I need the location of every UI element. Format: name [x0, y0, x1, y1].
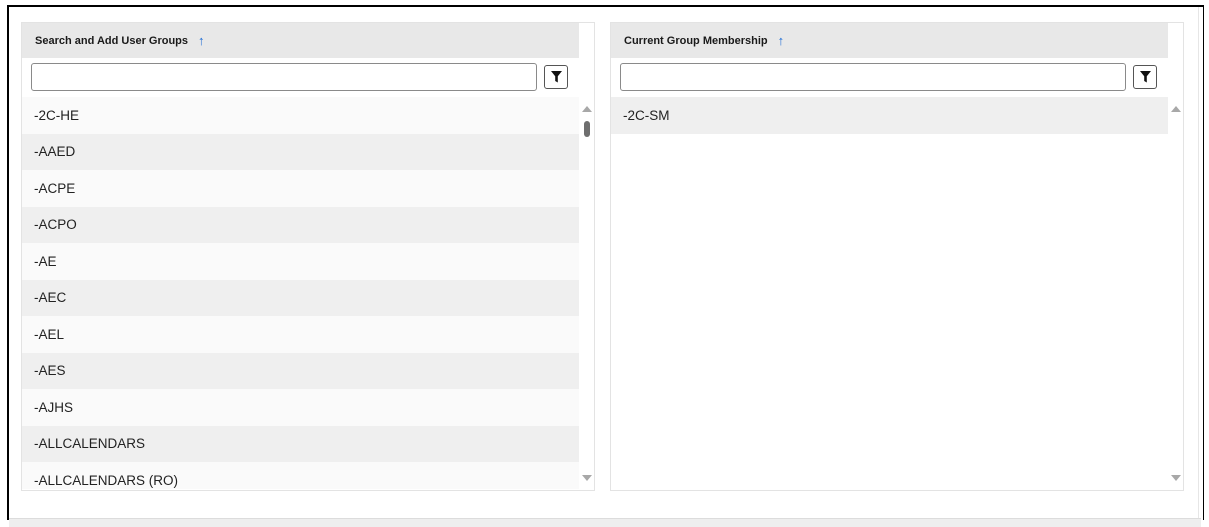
list-item[interactable]: -AAED [22, 133, 579, 170]
scroll-down-arrow[interactable] [582, 475, 592, 481]
scroll-up-arrow[interactable] [1171, 106, 1181, 112]
scroll-down-arrow[interactable] [1171, 475, 1181, 481]
arrow-up-icon[interactable]: ↑ [198, 33, 205, 48]
list-item[interactable]: -2C-HE [22, 97, 579, 134]
panel-title: Search and Add User Groups [35, 34, 189, 47]
available-groups-list: -2C-HE -AAED -ACPE -ACPO -AE -AEC -AEL -AES -AJH… [22, 97, 579, 489]
filter-button[interactable] [1133, 65, 1157, 89]
search-input[interactable] [620, 63, 1126, 91]
filter-button[interactable] [544, 65, 568, 89]
search-input[interactable] [31, 63, 537, 91]
list-item[interactable]: -AES [22, 352, 579, 389]
list-item[interactable]: -AE [22, 243, 579, 280]
panel-header[interactable]: Search and Add User Groups ↑ [22, 23, 579, 58]
scrollbar[interactable] [1168, 97, 1184, 489]
panel-header[interactable]: Current Group Membership ↑ [611, 23, 1168, 58]
list-item[interactable]: -ACPE [22, 170, 579, 207]
list-item[interactable]: -ACPO [22, 206, 579, 243]
scrollbar[interactable] [579, 97, 595, 489]
list-item[interactable]: -AJHS [22, 389, 579, 426]
panel-title: Current Group Membership [624, 34, 768, 47]
list-item[interactable]: -2C-SM [611, 97, 1168, 134]
search-add-user-groups-panel: Search and Add User Groups ↑ -2C-HE -AAED… [21, 22, 595, 491]
filter-icon [550, 71, 562, 83]
divider [1198, 7, 1199, 518]
list-item[interactable]: -AEL [22, 316, 579, 353]
member-groups-list: -2C-SM [611, 97, 1168, 489]
list-item[interactable]: -ALLCALENDARS [22, 425, 579, 462]
search-row [31, 63, 579, 93]
arrow-up-icon[interactable]: ↑ [778, 33, 785, 48]
current-group-membership-panel: Current Group Membership ↑ -2C-SM [610, 22, 1184, 491]
list-item[interactable]: -AEC [22, 279, 579, 316]
list-item[interactable]: -ALLCALENDARS (RO) [22, 462, 579, 489]
search-row [620, 63, 1168, 93]
scroll-up-arrow[interactable] [582, 106, 592, 112]
filter-icon [1139, 71, 1151, 83]
scroll-thumb[interactable] [584, 121, 590, 137]
